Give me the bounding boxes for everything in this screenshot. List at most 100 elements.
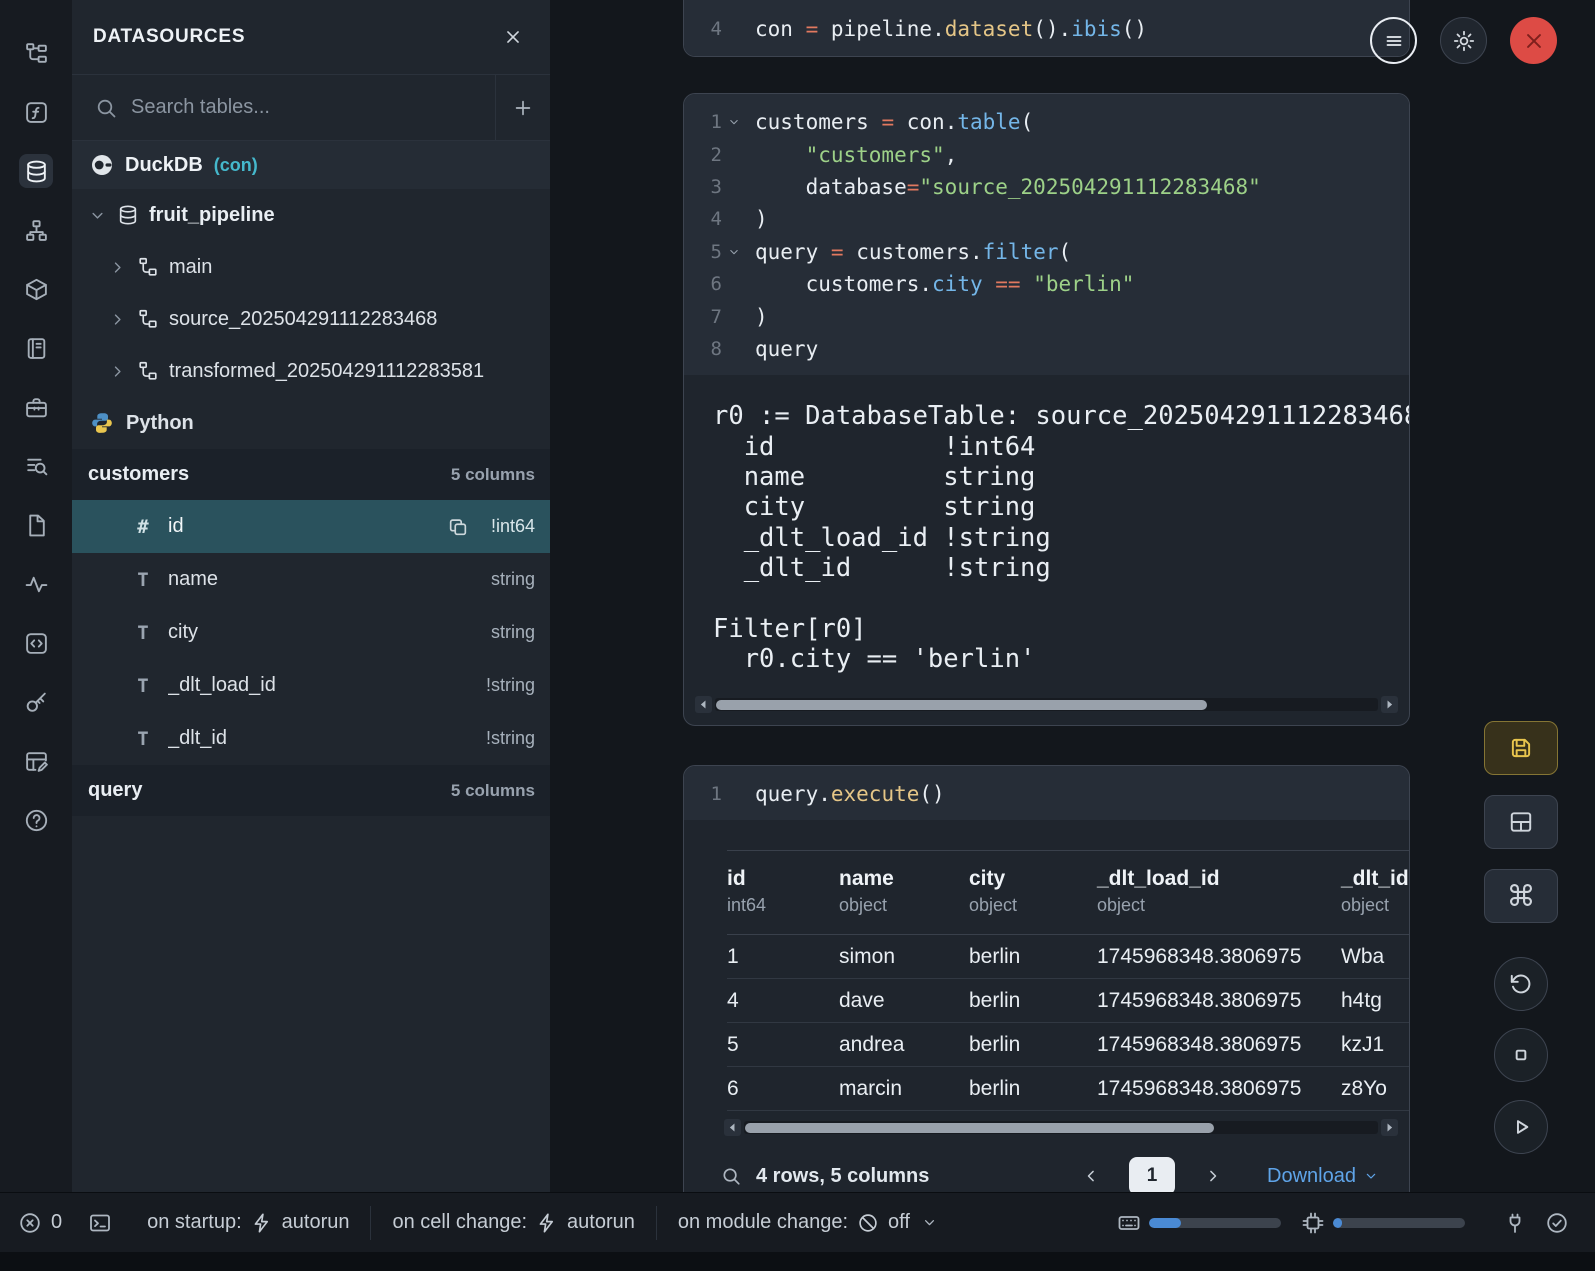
search-tables-input[interactable] bbox=[131, 75, 495, 140]
download-link[interactable]: Download bbox=[1267, 1165, 1379, 1188]
chevron-right-icon bbox=[108, 310, 127, 329]
table-search-icon[interactable] bbox=[720, 1165, 742, 1187]
run-button[interactable] bbox=[1494, 1100, 1548, 1154]
check-circle-icon[interactable] bbox=[1545, 1211, 1569, 1235]
tree-item-fruit_pipeline[interactable]: fruit_pipeline bbox=[72, 189, 550, 241]
table-row[interactable]: 1simonberlin1745968348.3806975Wba bbox=[727, 935, 1409, 979]
connect-icon[interactable] bbox=[1503, 1211, 1527, 1235]
column-item-name[interactable]: Tnamestring bbox=[72, 553, 550, 606]
shutdown-button[interactable] bbox=[1510, 17, 1557, 64]
activity-icon[interactable] bbox=[19, 567, 53, 601]
hierarchy-icon[interactable] bbox=[19, 213, 53, 247]
schema-tree: fruit_pipelinemainsource_202504291112283… bbox=[72, 189, 550, 397]
add-datasource-button[interactable] bbox=[495, 75, 550, 140]
scroll-right-button[interactable] bbox=[1381, 696, 1398, 713]
dataframe-section-query[interactable]: query5 columns bbox=[72, 765, 550, 816]
column-header-id[interactable]: idint64 bbox=[727, 867, 839, 916]
edit-table-icon[interactable] bbox=[19, 744, 53, 778]
scroll-left-button[interactable] bbox=[695, 696, 712, 713]
fold-chevron-icon[interactable] bbox=[722, 115, 746, 129]
code-line[interactable]: 8query bbox=[684, 333, 1409, 365]
connection-row-duckdb[interactable]: DuckDB (con) bbox=[72, 141, 550, 189]
table-row[interactable]: 6marcinberlin1745968348.3806975z8Yo bbox=[727, 1067, 1409, 1111]
key-icon[interactable] bbox=[19, 685, 53, 719]
undo-button[interactable] bbox=[1494, 957, 1548, 1011]
column-item-city[interactable]: Tcitystring bbox=[72, 606, 550, 659]
connection-row-python[interactable]: Python bbox=[72, 397, 550, 449]
column-header-_dlt_id[interactable]: _dlt_idobject bbox=[1341, 867, 1409, 916]
command-palette-button[interactable]: ⌘ bbox=[1484, 869, 1558, 923]
scroll-right-button[interactable] bbox=[1381, 1119, 1398, 1136]
dataframe-name: query bbox=[88, 779, 142, 802]
list-search-icon[interactable] bbox=[19, 449, 53, 483]
code-cell-execute[interactable]: 1query.execute() idint64nameobjectcityob… bbox=[683, 765, 1410, 1192]
setting-value: autorun bbox=[567, 1211, 635, 1234]
code-line[interactable]: 1query.execute() bbox=[684, 778, 1409, 810]
column-item-_dlt_load_id[interactable]: T_dlt_load_id!string bbox=[72, 659, 550, 712]
code-line[interactable]: 6 customers.city == "berlin" bbox=[684, 268, 1409, 300]
scrollbar-track[interactable] bbox=[744, 1121, 1378, 1134]
schema-icon bbox=[137, 256, 159, 278]
column-item-_dlt_id[interactable]: T_dlt_id!string bbox=[72, 712, 550, 765]
table-cell: andrea bbox=[839, 1033, 969, 1057]
setting-on-cell-change[interactable]: on cell change:autorun bbox=[370, 1206, 655, 1240]
prev-page-button[interactable] bbox=[1071, 1157, 1111, 1192]
lightning-icon bbox=[251, 1212, 273, 1234]
panel-close-button[interactable] bbox=[498, 22, 528, 52]
notebook-icon[interactable] bbox=[19, 331, 53, 365]
scrollbar-thumb[interactable] bbox=[716, 700, 1207, 710]
code-line[interactable]: 2 "customers", bbox=[684, 138, 1409, 170]
datasources-panel: DATASOURCES DuckDB (con) fruit_pipelinem… bbox=[72, 0, 550, 1192]
tree-item-main[interactable]: main bbox=[72, 241, 550, 293]
command-icon: ⌘ bbox=[1507, 882, 1536, 911]
toolbox-icon[interactable] bbox=[19, 390, 53, 424]
column-header-name[interactable]: nameobject bbox=[839, 867, 969, 916]
next-page-button[interactable] bbox=[1193, 1157, 1233, 1192]
code-line[interactable]: 4con = pipeline.dataset().ibis() bbox=[684, 13, 1409, 45]
table-row[interactable]: 4daveberlin1745968348.3806975h4tg bbox=[727, 979, 1409, 1023]
column-header-city[interactable]: cityobject bbox=[969, 867, 1097, 916]
download-label: Download bbox=[1267, 1165, 1356, 1188]
code-line[interactable]: 1customers = con.table( bbox=[684, 106, 1409, 138]
code-cell-partial[interactable]: 4con = pipeline.dataset().ibis() bbox=[683, 0, 1410, 57]
cube-icon[interactable] bbox=[19, 272, 53, 306]
help-icon[interactable] bbox=[19, 803, 53, 837]
code-line[interactable]: 5query = customers.filter( bbox=[684, 236, 1409, 268]
scrollbar-track[interactable] bbox=[715, 698, 1378, 711]
workflow-tree-icon[interactable] bbox=[19, 36, 53, 70]
settings-button[interactable] bbox=[1440, 17, 1487, 64]
copy-icon[interactable] bbox=[447, 516, 469, 538]
column-type: string bbox=[491, 569, 535, 590]
column-item-id[interactable]: #id!int64 bbox=[72, 500, 550, 553]
tree-item-transformed_202504291112283581[interactable]: transformed_202504291112283581 bbox=[72, 345, 550, 397]
layout-button[interactable] bbox=[1484, 795, 1558, 849]
database-icon[interactable] bbox=[19, 154, 53, 188]
code-line[interactable]: 3 database="source_202504291112283468" bbox=[684, 171, 1409, 203]
code-line[interactable]: 4) bbox=[684, 203, 1409, 235]
table-row[interactable]: 5andreaberlin1745968348.3806975kzJ1 bbox=[727, 1023, 1409, 1067]
stop-button[interactable] bbox=[1494, 1028, 1548, 1082]
fold-chevron-icon[interactable] bbox=[722, 245, 746, 259]
cell-menu-button[interactable] bbox=[1370, 17, 1417, 64]
terminal-icon[interactable] bbox=[88, 1211, 112, 1235]
chevron-right-icon bbox=[108, 362, 127, 381]
error-indicator[interactable]: 0 bbox=[0, 1211, 74, 1235]
setting-on-startup[interactable]: on startup:autorun bbox=[126, 1206, 370, 1240]
keyboard-meter[interactable] bbox=[1149, 1218, 1281, 1228]
scrollbar-thumb[interactable] bbox=[745, 1123, 1214, 1133]
function-icon[interactable] bbox=[19, 95, 53, 129]
setting-on-module-change[interactable]: on module change:off bbox=[656, 1206, 959, 1240]
tree-item-source_202504291112283468[interactable]: source_202504291112283468 bbox=[72, 293, 550, 345]
chip-meter[interactable] bbox=[1333, 1218, 1465, 1228]
table-search-bar bbox=[72, 75, 550, 141]
document-icon[interactable] bbox=[19, 508, 53, 542]
code-cell-query[interactable]: 1customers = con.table(2 "customers",3 d… bbox=[683, 93, 1410, 726]
page-indicator[interactable]: 1 bbox=[1129, 1157, 1175, 1192]
code-line[interactable]: 7) bbox=[684, 300, 1409, 332]
column-header-_dlt_load_id[interactable]: _dlt_load_idobject bbox=[1097, 867, 1341, 916]
code-block-icon[interactable] bbox=[19, 626, 53, 660]
scroll-left-button[interactable] bbox=[724, 1119, 741, 1136]
save-button[interactable] bbox=[1484, 721, 1558, 775]
panel-title: DATASOURCES bbox=[93, 26, 245, 48]
dataframe-section-customers[interactable]: customers5 columns bbox=[72, 449, 550, 500]
